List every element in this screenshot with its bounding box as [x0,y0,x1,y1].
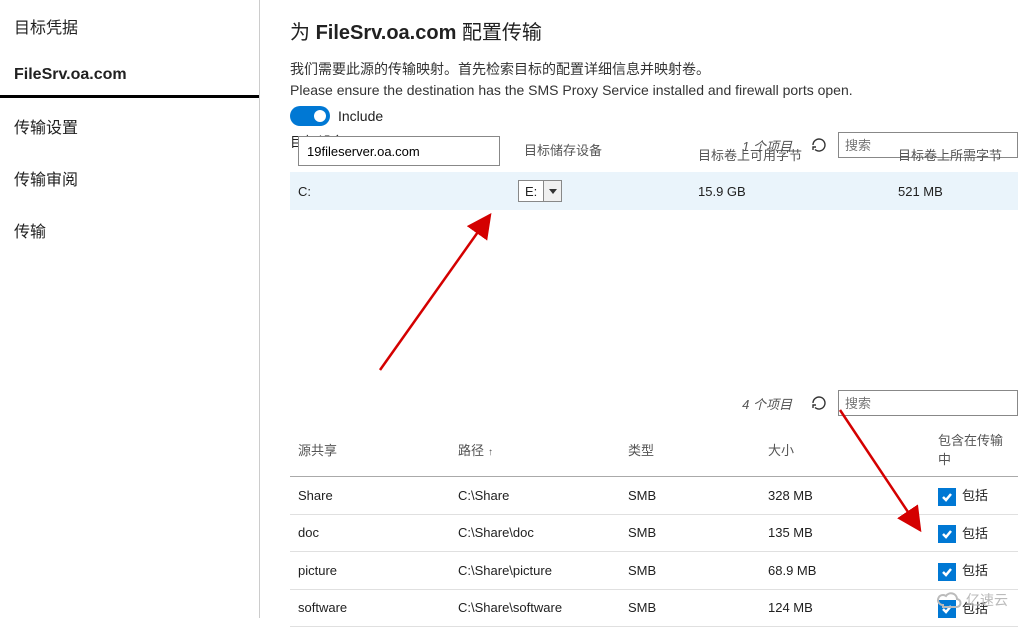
include-text: 包括 [962,488,988,503]
share-row[interactable]: pictureC:\Share\pictureSMB68.9 MB 包括 [290,552,1018,590]
cell-share: picture [290,552,450,590]
cell-source-vol: C: [290,172,510,210]
cell-share: doc [290,514,450,552]
cell-required: 521 MB [890,172,1018,210]
cell-share: Share [290,477,450,515]
title-suffix: 配置传输 [456,22,542,44]
device-input[interactable] [298,136,500,166]
cell-size: 68.9 MB [760,552,930,590]
title-prefix: 为 [290,22,316,44]
col-source-share[interactable]: 源共享 [290,422,450,477]
cell-path: C:\Share\picture [450,552,620,590]
share-search-input[interactable] [838,390,1018,416]
include-checkbox[interactable] [938,488,956,506]
include-text: 包括 [962,563,988,578]
col-path[interactable]: 路径↑ [450,422,620,477]
cell-path: C:\Share\software [450,589,620,627]
share-row[interactable]: softwareC:\Share\softwareSMB124 MB包括 [290,589,1018,627]
sidebar: 目标凭据 FileSrv.oa.com 传输设置 传输审阅 传输 [0,0,260,618]
sidebar-item-transfer[interactable]: 传输 [0,204,259,256]
refresh-icon [811,137,827,153]
cell-path: C:\Share [450,477,620,515]
sidebar-item-review[interactable]: 传输审阅 [0,152,259,204]
share-row[interactable]: docC:\Share\docSMB135 MB 包括 [290,514,1018,552]
page-title: 为 FileSrv.oa.com 配置传输 [290,16,1018,45]
target-volume-value: E: [519,184,543,199]
include-toggle[interactable] [290,106,330,126]
cell-type: SMB [620,477,760,515]
sidebar-item-filesrv[interactable]: FileSrv.oa.com [0,52,259,98]
col-size[interactable]: 大小 [760,422,930,477]
refresh-button[interactable] [810,136,828,154]
description-en: Please ensure the destination has the SM… [290,82,1018,98]
sidebar-item-credentials[interactable]: 目标凭据 [0,0,259,52]
cell-type: SMB [620,552,760,590]
description-cn: 我们需要此源的传输映射。首先检索目标的配置详细信息并映射卷。 [290,59,1018,80]
cell-path: C:\Share\doc [450,514,620,552]
cloud-icon [936,591,962,609]
include-checkbox[interactable] [938,525,956,543]
chevron-down-icon[interactable] [543,181,561,201]
cell-share: software [290,589,450,627]
device-row[interactable]: C: E: 15.9 GB 521 MB [290,172,1018,210]
cell-type: SMB [620,589,760,627]
title-target: FileSrv.oa.com [316,22,457,44]
refresh-icon [811,395,827,411]
include-label: Include [338,108,383,124]
cell-size: 135 MB [760,514,930,552]
share-count: 4 个项目 [742,394,792,413]
target-volume-select[interactable]: E: [518,180,562,202]
include-checkbox[interactable] [938,563,956,581]
cell-size: 124 MB [760,589,930,627]
watermark: 亿速云 [936,590,1008,610]
share-refresh-button[interactable] [810,394,828,412]
share-table: 源共享 路径↑ 类型 大小 包含在传输中 ShareC:\ShareSMB328… [290,422,1018,627]
cell-available: 15.9 GB [690,172,890,210]
col-type[interactable]: 类型 [620,422,760,477]
col-target-device: 目标储存设备 [524,140,602,159]
share-row[interactable]: ShareC:\ShareSMB328 MB 包括 [290,477,1018,515]
sort-asc-icon: ↑ [488,447,493,458]
cell-size: 328 MB [760,477,930,515]
col-include[interactable]: 包含在传输中 [930,422,1018,477]
main-content: 为 FileSrv.oa.com 配置传输 我们需要此源的传输映射。首先检索目标… [260,0,1018,618]
sidebar-item-settings[interactable]: 传输设置 [0,100,259,152]
cell-type: SMB [620,514,760,552]
include-text: 包括 [962,526,988,541]
